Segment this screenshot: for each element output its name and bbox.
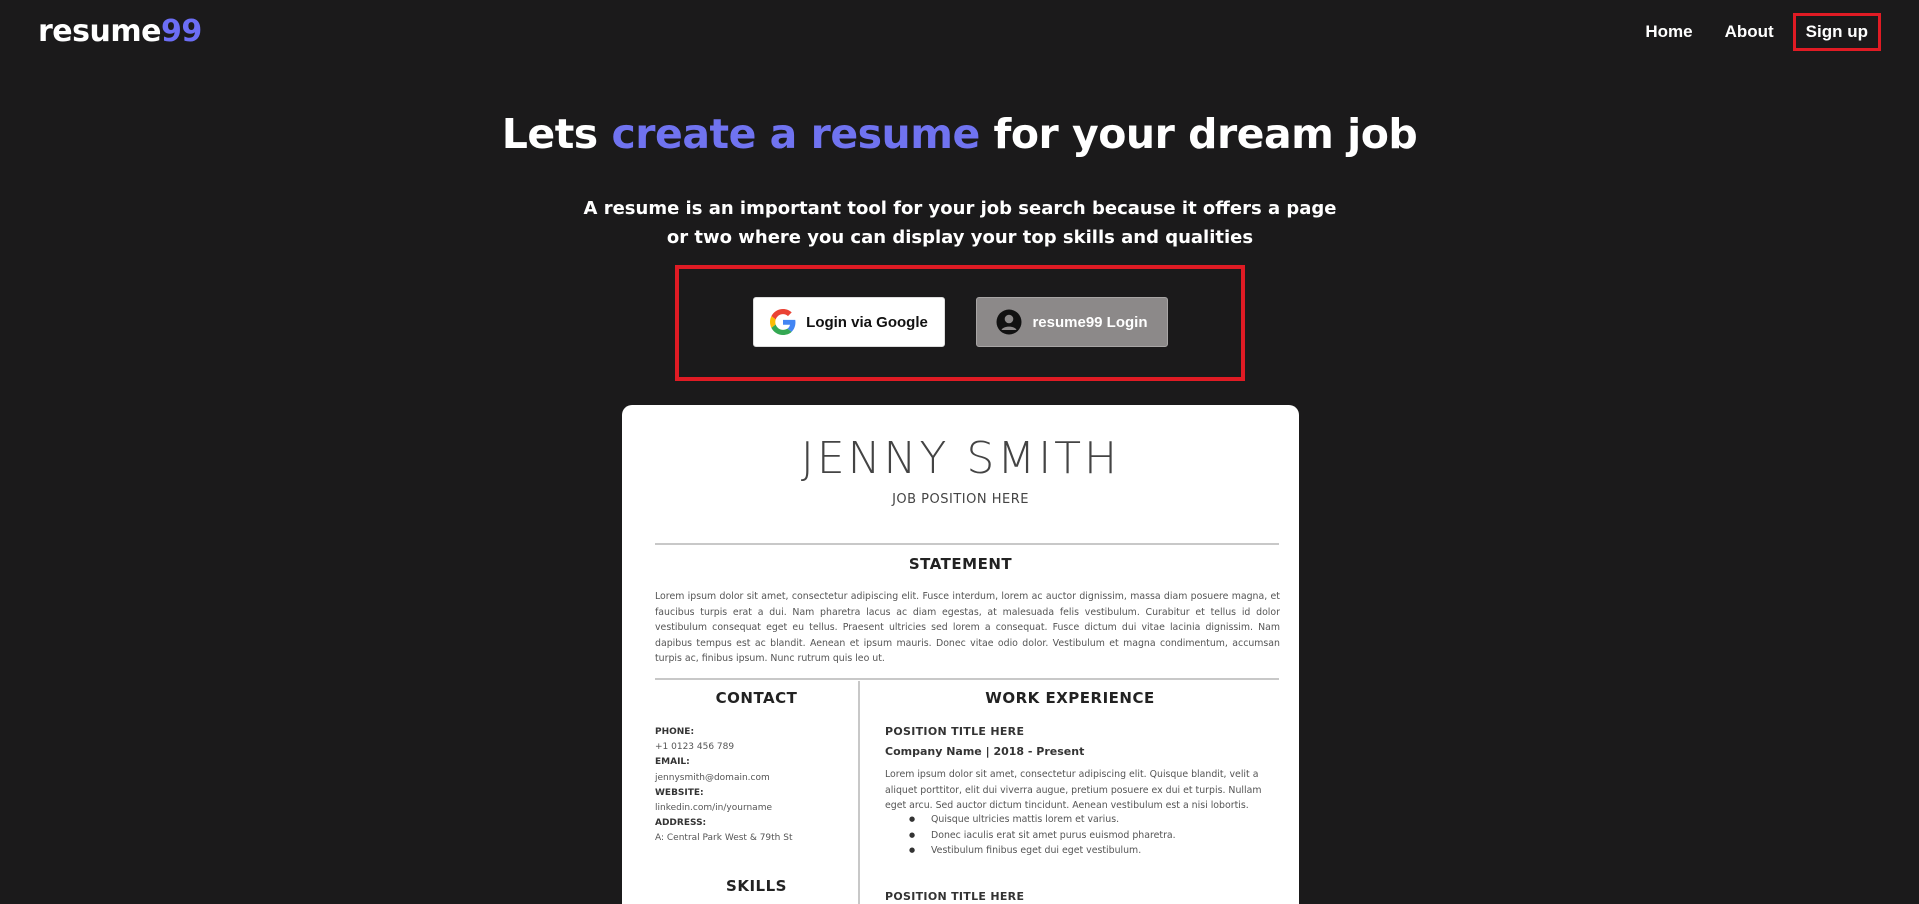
address-label: ADDRESS:: [655, 818, 707, 828]
resume-column-divider: [858, 681, 860, 904]
position-title: POSITION TITLE HERE: [885, 725, 1025, 738]
website-value: linkedin.com/in/yourname: [655, 803, 773, 813]
resume-divider: [655, 543, 1279, 545]
resume99-login-button[interactable]: resume99 Login: [976, 297, 1168, 347]
google-icon: [770, 309, 796, 335]
hero-title: Lets create a resume for your dream job: [0, 110, 1919, 158]
resume-preview: JENNY SMITH JOB POSITION HERE STATEMENT …: [622, 405, 1299, 904]
phone-label: PHONE:: [655, 727, 695, 737]
hero-title-post: for your dream job: [979, 110, 1418, 158]
list-item: Donec iaculis erat sit amet purus euismo…: [909, 828, 1176, 844]
website-label: WEBSITE:: [655, 788, 704, 798]
address-value: A: Central Park West & 79th St: [655, 833, 793, 843]
hero-subtitle: A resume is an important tool for your j…: [583, 198, 1337, 248]
company-line: Company Name | 2018 - Present: [885, 745, 1085, 758]
hero-title-accent: create a resume: [611, 110, 980, 158]
position-bullets: Quisque ultricies mattis lorem et varius…: [909, 812, 1176, 859]
top-navbar: resume99 Home About Sign up: [0, 0, 1919, 66]
work-experience-heading: WORK EXPERIENCE: [985, 689, 1155, 707]
google-login-label: Login via Google: [806, 313, 928, 331]
list-item: Vestibulum finibus eget dui eget vestibu…: [909, 843, 1176, 859]
skills-heading: SKILLS: [726, 877, 787, 895]
email-label: EMAIL:: [655, 757, 690, 767]
nav-about-link[interactable]: About: [1712, 14, 1787, 50]
resume-job-position: JOB POSITION HERE: [892, 492, 1029, 507]
position-title: POSITION TITLE HERE: [885, 890, 1025, 903]
contact-heading: CONTACT: [715, 689, 798, 707]
resume-divider: [655, 678, 1279, 680]
resume-name: JENNY SMITH: [800, 433, 1121, 484]
statement-heading: STATEMENT: [908, 555, 1013, 573]
list-item: Quisque ultricies mattis lorem et varius…: [909, 812, 1176, 828]
phone-value: +1 0123 456 789: [655, 742, 735, 752]
logo-accent: 99: [160, 14, 202, 49]
logo-text: resume: [38, 14, 161, 49]
statement-text: Lorem ipsum dolor sit amet, consectetur …: [655, 591, 1280, 664]
logo[interactable]: resume99: [38, 14, 202, 49]
email-value: jennysmith@domain.com: [655, 773, 770, 783]
hero-title-pre: Lets: [501, 110, 612, 158]
position-description: Lorem ipsum dolor sit amet, consectetur …: [885, 769, 1262, 811]
resume99-login-label: resume99 Login: [1032, 313, 1148, 331]
nav-links: Home About Sign up: [1626, 13, 1881, 51]
nav-signup-link[interactable]: Sign up: [1792, 13, 1881, 51]
google-login-button[interactable]: Login via Google: [753, 297, 945, 347]
user-avatar-icon: [996, 309, 1022, 335]
login-options: Login via Google resume99 Login: [675, 265, 1245, 381]
nav-home-link[interactable]: Home: [1632, 14, 1705, 50]
